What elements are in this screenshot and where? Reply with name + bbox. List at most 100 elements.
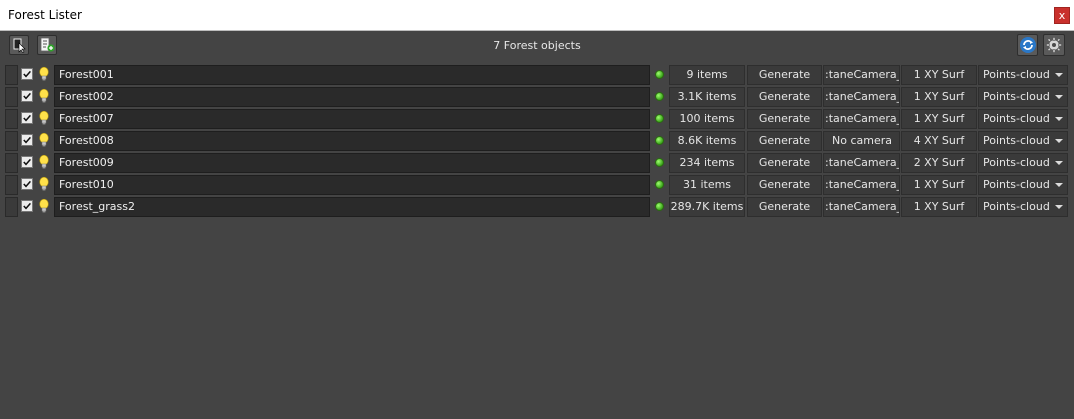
lightbulb-icon[interactable] (38, 66, 50, 82)
status-indicator (655, 70, 664, 79)
items-count: 289.7K items (669, 197, 745, 217)
items-count: 100 items (669, 109, 745, 129)
table-row: Forest010 31 items Generate :taneCamera_… (0, 174, 1074, 196)
row-select-handle[interactable] (5, 65, 18, 85)
lightbulb-icon[interactable] (38, 154, 50, 170)
camera-field[interactable]: :taneCamera_0 (823, 153, 900, 173)
table-row: Forest_grass2 289.7K items Generate :tan… (0, 196, 1074, 218)
enabled-checkbox[interactable] (21, 134, 33, 146)
generate-button[interactable]: Generate (747, 87, 822, 107)
chevron-down-icon (1055, 205, 1063, 209)
forest-name-field[interactable]: Forest009 (54, 153, 650, 173)
enabled-checkbox[interactable] (21, 178, 33, 190)
forest-list: Forest001 9 items Generate :taneCamera_0… (0, 64, 1074, 218)
display-mode-select[interactable]: Points-cloud (978, 175, 1068, 195)
display-mode-value: Points-cloud (983, 178, 1050, 191)
checkmark-icon (23, 136, 31, 144)
row-select-handle[interactable] (5, 153, 18, 173)
table-row: Forest001 9 items Generate :taneCamera_0… (0, 64, 1074, 86)
generate-button[interactable]: Generate (747, 131, 822, 151)
chevron-down-icon (1055, 95, 1063, 99)
display-mode-value: Points-cloud (983, 156, 1050, 169)
status-indicator (655, 136, 664, 145)
camera-field[interactable]: :taneCamera_0 (823, 87, 900, 107)
settings-button[interactable] (1043, 34, 1065, 56)
lightbulb-icon[interactable] (38, 88, 50, 104)
display-mode-value: Points-cloud (983, 68, 1050, 81)
display-mode-select[interactable]: Points-cloud (978, 131, 1068, 151)
chevron-down-icon (1055, 117, 1063, 121)
generate-button[interactable]: Generate (747, 197, 822, 217)
camera-field[interactable]: :taneCamera_0 (823, 65, 900, 85)
table-row: Forest007 100 items Generate :taneCamera… (0, 108, 1074, 130)
lightbulb-icon[interactable] (38, 176, 50, 192)
items-count: 31 items (669, 175, 745, 195)
surface-field[interactable]: 4 XY Surf (901, 131, 977, 151)
row-select-handle[interactable] (5, 109, 18, 129)
checkmark-icon (23, 202, 31, 210)
surface-field[interactable]: 1 XY Surf (901, 175, 977, 195)
enabled-checkbox[interactable] (21, 200, 33, 212)
title-bar: Forest Lister x (0, 0, 1074, 31)
refresh-icon (1020, 37, 1036, 53)
enabled-checkbox[interactable] (21, 68, 33, 80)
chevron-down-icon (1055, 161, 1063, 165)
enabled-checkbox[interactable] (21, 90, 33, 102)
display-mode-select[interactable]: Points-cloud (978, 87, 1068, 107)
items-count: 8.6K items (669, 131, 745, 151)
display-mode-select[interactable]: Points-cloud (978, 197, 1068, 217)
surface-field[interactable]: 1 XY Surf (901, 109, 977, 129)
surface-field[interactable]: 2 XY Surf (901, 153, 977, 173)
forest-name-field[interactable]: Forest002 (54, 87, 650, 107)
settings-gear-icon (1046, 37, 1062, 53)
row-select-handle[interactable] (5, 131, 18, 151)
window-title: Forest Lister (8, 8, 82, 22)
display-mode-value: Points-cloud (983, 134, 1050, 147)
items-count: 3.1K items (669, 87, 745, 107)
forest-name-field[interactable]: Forest001 (54, 65, 650, 85)
forest-name-field[interactable]: Forest_grass2 (54, 197, 650, 217)
items-count: 234 items (669, 153, 745, 173)
display-mode-select[interactable]: Points-cloud (978, 153, 1068, 173)
surface-field[interactable]: 1 XY Surf (901, 65, 977, 85)
lightbulb-icon[interactable] (38, 110, 50, 126)
enabled-checkbox[interactable] (21, 112, 33, 124)
forest-name-field[interactable]: Forest010 (54, 175, 650, 195)
refresh-button[interactable] (1017, 34, 1038, 56)
display-mode-select[interactable]: Points-cloud (978, 109, 1068, 129)
checkmark-icon (23, 158, 31, 166)
status-indicator (655, 180, 664, 189)
enabled-checkbox[interactable] (21, 156, 33, 168)
forest-name-field[interactable]: Forest007 (54, 109, 650, 129)
display-mode-value: Points-cloud (983, 200, 1050, 213)
status-indicator (655, 158, 664, 167)
checkmark-icon (23, 114, 31, 122)
lightbulb-icon[interactable] (38, 132, 50, 148)
row-select-handle[interactable] (5, 87, 18, 107)
table-row: Forest009 234 items Generate :taneCamera… (0, 152, 1074, 174)
row-select-handle[interactable] (5, 175, 18, 195)
generate-button[interactable]: Generate (747, 109, 822, 129)
chevron-down-icon (1055, 183, 1063, 187)
camera-field[interactable]: :taneCamera_0 (823, 197, 900, 217)
lightbulb-icon[interactable] (38, 198, 50, 214)
camera-field[interactable]: No camera (823, 131, 900, 151)
camera-field[interactable]: :taneCamera_0 (823, 175, 900, 195)
table-row: Forest008 8.6K items Generate No camera … (0, 130, 1074, 152)
checkmark-icon (23, 92, 31, 100)
generate-button[interactable]: Generate (747, 153, 822, 173)
surface-field[interactable]: 1 XY Surf (901, 87, 977, 107)
surface-field[interactable]: 1 XY Surf (901, 197, 977, 217)
generate-button[interactable]: Generate (747, 175, 822, 195)
generate-button[interactable]: Generate (747, 65, 822, 85)
display-mode-select[interactable]: Points-cloud (978, 65, 1068, 85)
object-count: 7 Forest objects (493, 39, 581, 52)
checkmark-icon (23, 70, 31, 78)
chevron-down-icon (1055, 73, 1063, 77)
row-select-handle[interactable] (5, 197, 18, 217)
camera-field[interactable]: :taneCamera_0 (823, 109, 900, 129)
close-button[interactable]: x (1054, 7, 1070, 24)
chevron-down-icon (1055, 139, 1063, 143)
forest-name-field[interactable]: Forest008 (54, 131, 650, 151)
toolbar: 7 Forest objects (0, 31, 1074, 61)
